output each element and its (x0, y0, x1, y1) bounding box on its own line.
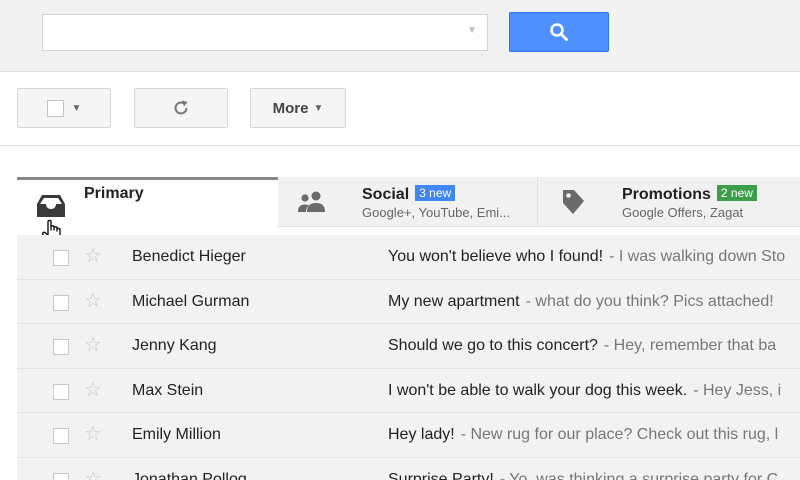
email-row[interactable]: ☆ Michael Gurman My new apartment - what … (17, 279, 800, 325)
refresh-icon (174, 100, 188, 115)
email-snippet: - I was walking down Sto (609, 248, 786, 265)
email-list: ☆ Benedict Hieger You won't believe who … (17, 235, 800, 480)
email-subject: You won't believe who I found! (388, 248, 604, 265)
new-count-badge: 3 new (415, 185, 456, 201)
star-icon[interactable]: ☆ (84, 424, 102, 444)
email-sender: Jenny Kang (132, 337, 217, 355)
email-row[interactable]: ☆ Jonathan Pollog Surprise Party! - Yo, w… (17, 457, 800, 480)
email-checkbox[interactable] (53, 294, 69, 311)
tab-primary-label: Primary (84, 185, 144, 202)
email-subject: I won't be able to walk your dog this we… (388, 381, 688, 399)
email-subject: Hey lady! (388, 426, 455, 444)
email-content: Surprise Party! - Yo, was thinking a surp… (388, 471, 778, 480)
star-icon[interactable]: ☆ (84, 291, 102, 311)
search-input[interactable] (43, 15, 443, 50)
search-box: ▼ (42, 14, 488, 51)
email-content: Hey lady! - New rug for our place? Check … (388, 426, 778, 444)
tab-promotions[interactable]: Promotions 2 new Google Offers, Zagat (538, 177, 800, 227)
tab-promotions-senders: Google Offers, Zagat (622, 205, 744, 220)
email-checkbox[interactable] (53, 428, 69, 445)
email-row[interactable]: ☆ Max Stein I won't be able to walk your… (17, 368, 800, 414)
email-content: My new apartment - what do you think? Pic… (388, 293, 774, 311)
chevron-down-icon: ▼ (313, 102, 324, 114)
email-content: You won't believe who I found! - I was wa… (388, 248, 785, 266)
email-snippet: - New rug for our place? Check out this … (460, 426, 779, 444)
inbox-icon (37, 195, 65, 217)
refresh-button[interactable] (134, 88, 228, 128)
email-subject: Should we go to this concert? (388, 337, 598, 355)
search-options-caret-icon[interactable]: ▼ (467, 25, 477, 36)
email-subject: My new apartment (388, 292, 520, 310)
category-tabs: Primary Social 3 new Google+, YouTube, Em… (17, 177, 800, 245)
email-sender: Benedict Hieger (132, 248, 246, 265)
star-icon[interactable]: ☆ (84, 335, 102, 355)
tab-social[interactable]: Social 3 new Google+, YouTube, Emi... (278, 177, 538, 227)
tab-social-label: Social 3 new (362, 185, 456, 204)
toolbar: ▼ More ▼ (0, 72, 800, 146)
email-checkbox[interactable] (53, 250, 69, 266)
email-row[interactable]: ☆ Jenny Kang Should we go to this concer… (17, 324, 800, 369)
email-content: I won't be able to walk your dog this we… (388, 382, 781, 400)
email-sender: Emily Million (132, 426, 221, 444)
email-row[interactable]: ☆ Benedict Hieger You won't believe who … (17, 235, 800, 280)
new-count-badge: 2 new (716, 185, 757, 201)
email-snippet: - Hey Jess, i (693, 381, 782, 399)
email-snippet: - Hey, remember that ba (603, 337, 777, 355)
more-button[interactable]: More ▼ (250, 88, 346, 128)
tag-icon (563, 190, 584, 214)
search-icon (550, 23, 568, 41)
tab-social-senders: Google+, YouTube, Emi... (362, 205, 511, 220)
email-sender: Max Stein (132, 381, 204, 399)
people-icon (298, 191, 325, 212)
header-bar: ▼ (0, 0, 800, 72)
star-icon[interactable]: ☆ (84, 469, 102, 480)
select-dropdown-button[interactable]: ▼ (17, 88, 111, 128)
email-checkbox[interactable] (53, 339, 69, 356)
select-all-checkbox[interactable] (46, 99, 64, 117)
tab-primary[interactable]: Primary (17, 177, 278, 245)
email-subject: Surprise Party! (388, 470, 494, 480)
star-icon[interactable]: ☆ (84, 380, 102, 400)
star-icon[interactable]: ☆ (84, 246, 102, 266)
more-label: More (272, 99, 309, 117)
email-row[interactable]: ☆ Emily Million Hey lady! - New rug for o… (17, 413, 800, 458)
search-button[interactable] (509, 12, 609, 52)
tab-promotions-label: Promotions 2 new (622, 185, 757, 204)
email-sender: Jonathan Pollog (132, 470, 247, 480)
email-snippet: - what do you think? Pics attached! (525, 292, 774, 310)
chevron-down-icon: ▼ (71, 102, 82, 114)
email-content: Should we go to this concert? - Hey, reme… (388, 337, 776, 355)
email-checkbox[interactable] (53, 472, 69, 480)
email-snippet: - Yo, was thinking a surprise party for … (499, 470, 779, 480)
email-checkbox[interactable] (53, 383, 69, 400)
email-sender: Michael Gurman (132, 292, 250, 310)
